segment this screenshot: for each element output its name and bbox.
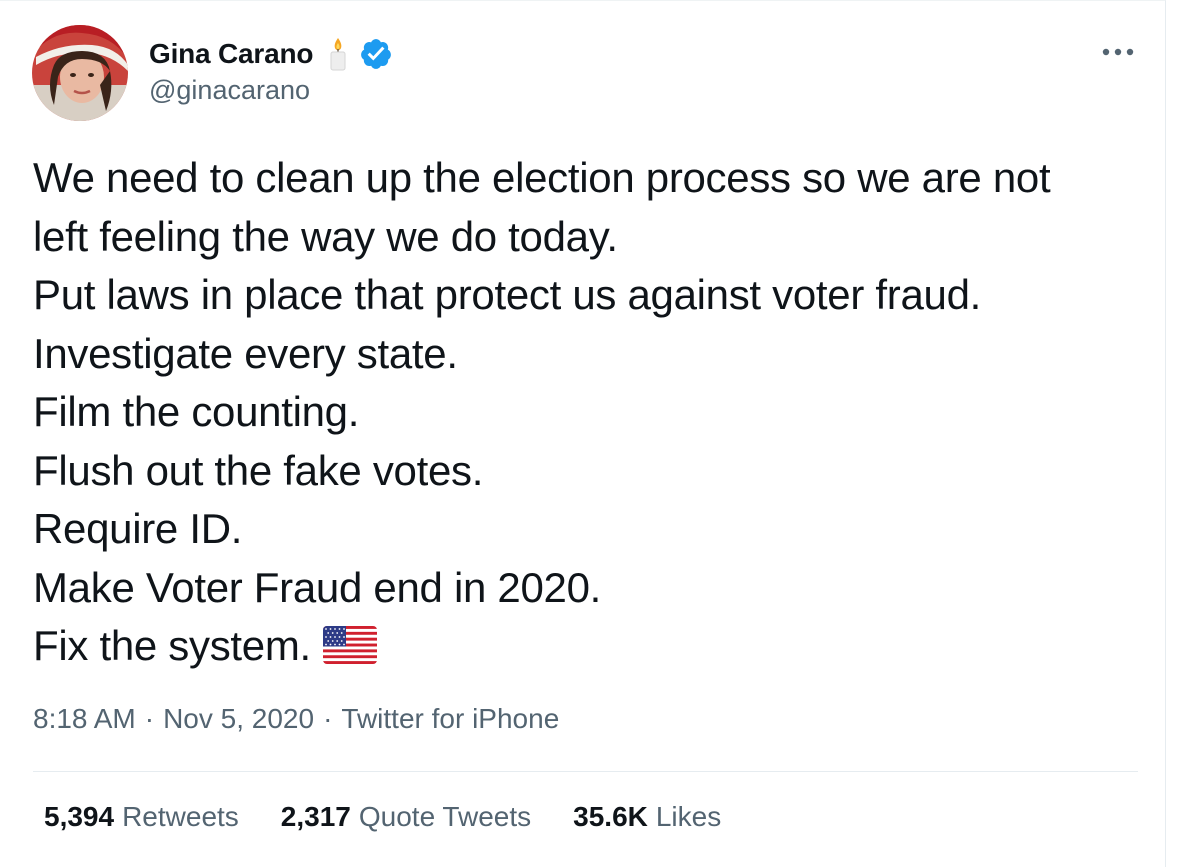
tweet-line: Put laws in place that protect us agains… [33, 271, 981, 318]
divider [33, 771, 1138, 772]
more-options-icon[interactable] [1098, 37, 1138, 67]
tweet-card: Gina Carano @ginacarano We need to clean… [0, 0, 1166, 867]
likes-count: 35.6K [573, 801, 648, 832]
tweet-line-text: Fix the system. [33, 622, 311, 669]
us-flag-emoji-icon [322, 621, 377, 680]
likes-label: Likes [655, 801, 722, 832]
author-name-row: Gina Carano [149, 35, 393, 73]
tweet-line: Flush out the fake votes. [33, 446, 484, 494]
quote-tweets-label: Quote Tweets [358, 801, 532, 832]
tweet-line: We need to clean up the election process… [33, 154, 1051, 201]
engagement-stats: 5,394 Retweets 2,317 Quote Tweets 35.6K Lik… [44, 801, 763, 833]
quote-tweets-count: 2,317 [280, 801, 351, 832]
tweet-time[interactable]: 8:18 AM [33, 703, 136, 734]
tweet-line: Investigate every state. [33, 329, 458, 377]
tweet-text: We need to clean up the election process… [33, 149, 1143, 680]
avatar[interactable] [32, 25, 128, 121]
tweet-metadata: 8:18 AM · Nov 5, 2020 · Twitter for iPhone [33, 703, 559, 735]
retweets-stat-link[interactable]: 5,394 Retweets [44, 801, 239, 833]
quote-tweets-stat-link[interactable]: 2,317 Quote Tweets [281, 801, 531, 833]
retweets-label: Retweets [122, 801, 239, 832]
candle-emoji-icon [327, 36, 349, 72]
meta-separator: · [323, 703, 333, 734]
avatar-image [32, 25, 128, 121]
author-display-name[interactable]: Gina Carano [149, 38, 313, 70]
tweet-date[interactable]: Nov 5, 2020 [163, 703, 314, 734]
tweet-line: left feeling the way we do today. [33, 212, 618, 260]
verified-badge-icon [359, 37, 393, 71]
likes-stat-link[interactable]: 35.6K Likes [573, 801, 721, 833]
tweet-last-line: Fix the system. [33, 617, 1143, 680]
tweet-line: Make Voter Fraud end in 2020. [33, 563, 602, 611]
meta-separator: · [144, 703, 155, 734]
retweets-count: 5,394 [44, 801, 115, 832]
tweet-line: Require ID. [33, 505, 243, 552]
tweet-source-link[interactable]: Twitter for iPhone [341, 703, 559, 734]
author-handle[interactable]: @ginacarano [149, 75, 310, 106]
tweet-line: Film the counting. [33, 388, 360, 435]
